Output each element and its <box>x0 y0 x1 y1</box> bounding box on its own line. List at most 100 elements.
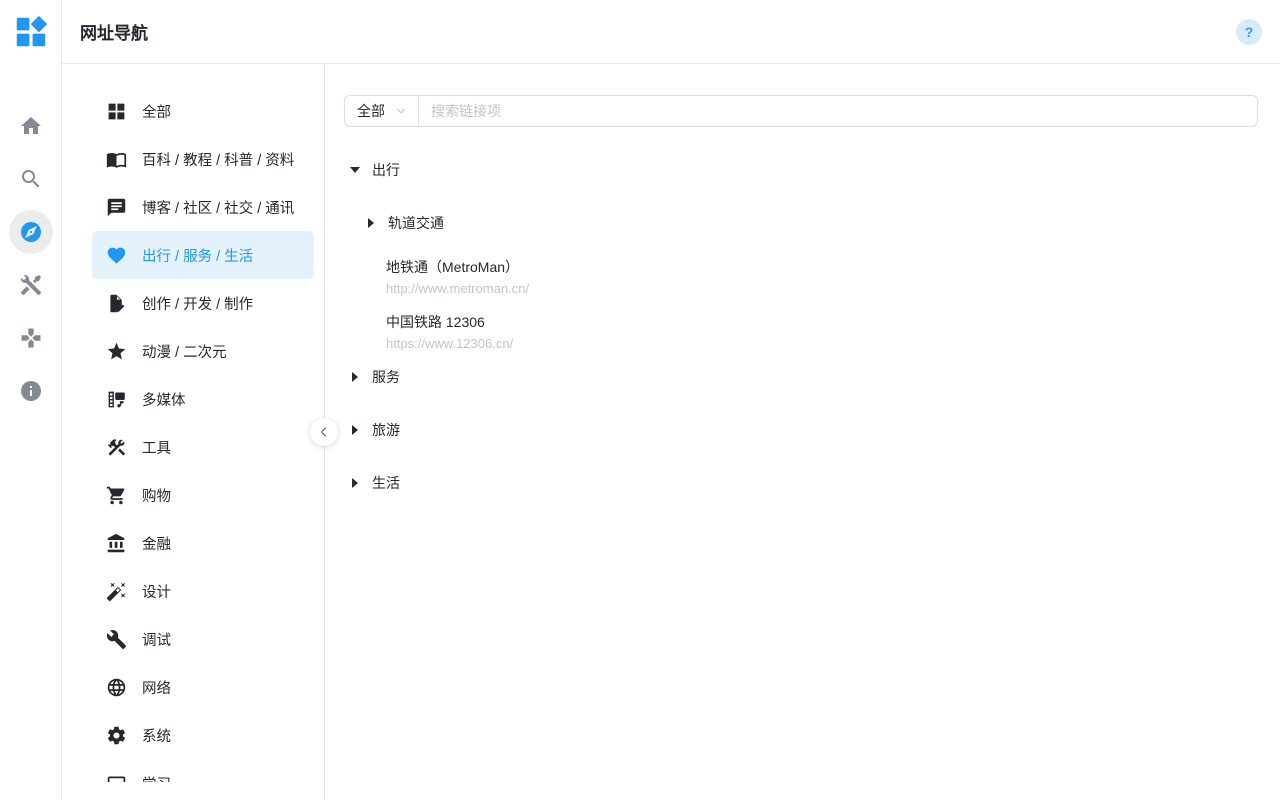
sidebar-item[interactable]: 创作 / 开发 / 制作 <box>92 279 314 327</box>
tree-group-row[interactable]: 轨道交通 <box>344 213 1258 233</box>
sidebar-item-label: 博客 / 社区 / 社交 / 通讯 <box>142 197 294 218</box>
header: 网址导航 ? <box>62 0 1280 64</box>
caret-shape <box>352 425 358 435</box>
sidebar-item[interactable]: 出行 / 服务 / 生活 <box>92 231 314 279</box>
link-title: 地铁通（MetroMan） <box>386 257 1258 277</box>
tree-node: 服务 <box>344 367 1258 387</box>
filter-selected-value: 全部 <box>357 101 385 121</box>
compass-icon <box>19 220 43 244</box>
rail-item-search[interactable] <box>9 157 53 201</box>
category-filter-select[interactable]: 全部 <box>345 96 419 126</box>
sidebar-item-label: 出行 / 服务 / 生活 <box>142 245 253 266</box>
category-sidebar: 全部百科 / 教程 / 科普 / 资料博客 / 社区 / 社交 / 通讯出行 /… <box>62 64 324 782</box>
rail-item-navigation[interactable] <box>9 210 53 254</box>
book-icon <box>106 149 127 170</box>
film-icon <box>106 389 127 410</box>
sidebar-item[interactable]: 系统 <box>92 711 314 759</box>
tree-group-label: 生活 <box>372 473 400 493</box>
rail-item-tools[interactable] <box>9 263 53 307</box>
hammer-wrench-icon <box>106 437 127 458</box>
sidebar-item-label: 设计 <box>142 581 171 602</box>
tree-children: 轨道交通地铁通（MetroMan） http://www.metroman.cn/… <box>344 213 1258 353</box>
tree-group-label: 服务 <box>372 367 400 387</box>
caret-shape <box>352 478 358 488</box>
tree-node: 轨道交通 <box>344 213 1258 233</box>
tree-group-label: 轨道交通 <box>388 213 444 233</box>
search-input[interactable] <box>419 96 1257 126</box>
caret-shape <box>350 167 360 173</box>
bank-icon <box>106 533 127 554</box>
heart-icon <box>106 245 127 266</box>
chevron-down-icon <box>394 104 408 118</box>
sidebar-item-label: 购物 <box>142 485 171 506</box>
sidebar-item[interactable]: 网络 <box>92 663 314 711</box>
page-title: 网址导航 <box>80 19 148 44</box>
sidebar-item[interactable]: 工具 <box>92 423 314 471</box>
sidebar-item-label: 创作 / 开发 / 制作 <box>142 293 253 314</box>
chevron-down-icon <box>394 104 408 118</box>
tree-node: 旅游 <box>344 420 1258 440</box>
sidebar-item-label: 金融 <box>142 533 171 554</box>
rail-item-about[interactable] <box>9 369 53 413</box>
tree-group-row[interactable]: 旅游 <box>344 420 1258 440</box>
caret-right-icon[interactable] <box>350 372 360 382</box>
app-logo-icon <box>12 13 50 51</box>
caret-right-icon[interactable] <box>350 478 360 488</box>
globe-icon <box>106 677 127 698</box>
caret-shape <box>352 372 358 382</box>
sidebar-item[interactable]: 购物 <box>92 471 314 519</box>
sidebar-item-label: 调试 <box>142 629 171 650</box>
caret-down-icon[interactable] <box>350 167 360 173</box>
caret-shape <box>368 218 374 228</box>
sidebar-collapse-button[interactable] <box>310 418 338 446</box>
tree-group-label: 出行 <box>372 160 400 180</box>
home-icon <box>19 114 43 138</box>
star-icon <box>106 341 127 362</box>
search-bar: 全部 <box>344 95 1258 127</box>
rail-item-extensions[interactable] <box>9 316 53 360</box>
link-url: https://www.12306.cn/ <box>386 335 1258 353</box>
sidebar-item-label: 多媒体 <box>142 389 186 410</box>
chevron-left-icon <box>317 425 331 439</box>
sidebar-item[interactable]: 调试 <box>92 615 314 663</box>
sidebar-item-label: 系统 <box>142 725 171 746</box>
rail-nav <box>9 104 53 422</box>
laptop-icon <box>106 773 127 783</box>
wand-icon <box>106 581 127 602</box>
tree-group-row[interactable]: 服务 <box>344 367 1258 387</box>
icon-rail <box>0 0 62 800</box>
sidebar-item[interactable]: 设计 <box>92 567 314 615</box>
grid-icon <box>106 101 127 122</box>
tree-group-label: 旅游 <box>372 420 400 440</box>
link-url: http://www.metroman.cn/ <box>386 280 1258 298</box>
sidebar-item[interactable]: 金融 <box>92 519 314 567</box>
sidebar-item[interactable]: 动漫 / 二次元 <box>92 327 314 375</box>
search-icon <box>19 167 43 191</box>
doc-edit-icon <box>106 293 127 314</box>
cart-icon <box>106 485 127 506</box>
link-item[interactable]: 地铁通（MetroMan） http://www.metroman.cn/ <box>344 257 1258 298</box>
sidebar-item[interactable]: 全部 <box>92 87 314 135</box>
rail-item-home[interactable] <box>9 104 53 148</box>
chat-icon <box>106 197 127 218</box>
sidebar-item[interactable]: 多媒体 <box>92 375 314 423</box>
caret-right-icon[interactable] <box>366 218 376 228</box>
tree-group-row[interactable]: 生活 <box>344 473 1258 493</box>
sidebar-item[interactable]: 学习 <box>92 759 314 782</box>
caret-right-icon[interactable] <box>350 425 360 435</box>
tree-node: 生活 <box>344 473 1258 493</box>
sidebar-item-label: 网络 <box>142 677 171 698</box>
link-item[interactable]: 中国铁路 12306https://www.12306.cn/ <box>344 312 1258 353</box>
main-content: 全部 出行轨道交通地铁通（MetroMan） http://www.metroma… <box>324 64 1280 800</box>
sidebar-item-label: 动漫 / 二次元 <box>142 341 227 362</box>
sidebar-item[interactable]: 百科 / 教程 / 科普 / 资料 <box>92 135 314 183</box>
tools-icon <box>19 273 43 297</box>
wrench-icon <box>106 629 127 650</box>
sidebar-item-label: 百科 / 教程 / 科普 / 资料 <box>142 149 294 170</box>
gear-icon <box>106 725 127 746</box>
help-button[interactable]: ? <box>1236 19 1262 45</box>
sidebar-item[interactable]: 博客 / 社区 / 社交 / 通讯 <box>92 183 314 231</box>
sidebar-item-label: 工具 <box>142 437 171 458</box>
tree-group-row[interactable]: 出行 <box>344 160 1258 180</box>
info-icon <box>19 379 43 403</box>
